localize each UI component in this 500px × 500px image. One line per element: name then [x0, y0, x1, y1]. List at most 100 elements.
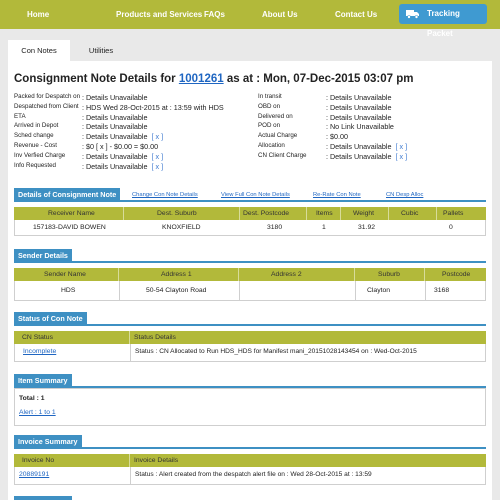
- detail-right-row: In transit: Details Unavailable: [258, 93, 488, 103]
- detail-left-row: Info Requested : Details Unavailable [ x …: [14, 162, 244, 172]
- invoice-number-link[interactable]: 20889191: [19, 471, 49, 478]
- detail-left-value: : Details Unavailable: [82, 122, 148, 132]
- col-dest-suburb: Dest. Suburb: [157, 210, 197, 217]
- col-suburb: Suburb: [378, 271, 400, 278]
- detail-right-value: : Details Unavailable: [326, 112, 392, 122]
- col-invoice-no: Invoice No: [22, 457, 55, 464]
- cn-desp-alloc-link[interactable]: CN Desp Alloc: [386, 192, 423, 198]
- next-section-title-stub: [14, 496, 72, 500]
- col-items: Items: [316, 210, 333, 217]
- col-sender-name: Sender Name: [44, 271, 86, 278]
- detail-right-row: CN Client Charge : Details Unavailable [ …: [258, 152, 488, 162]
- cell-address-1: 50-54 Clayton Road: [146, 287, 207, 294]
- detail-left-row: Revenue - Cost : $0 [ x ] - $0.00 = $0.00: [14, 142, 244, 152]
- invoice-section-line: [14, 447, 486, 449]
- title-prefix: Consignment Note Details for: [14, 73, 176, 85]
- cell-pallets: 0: [449, 224, 453, 231]
- detail-right-value: : Details Unavailable: [326, 102, 392, 112]
- cell-weight: 31.92: [358, 224, 376, 231]
- consignment-section-line: [14, 200, 486, 202]
- col-pallets: Pallets: [443, 210, 464, 217]
- item-total: Total : 1: [19, 395, 45, 402]
- detail-right-row: Allocation : Details Unavailable [ x ]: [258, 142, 488, 152]
- detail-left-label: Revenue - Cost: [14, 142, 57, 149]
- detail-left-value: : Details Unavailable [ x ]: [82, 151, 164, 161]
- detail-left-row: ETA : Details Unavailable: [14, 113, 244, 123]
- change-con-note-link[interactable]: Change Con Note Details: [132, 192, 198, 198]
- nav-faqs[interactable]: FAQs: [204, 0, 225, 29]
- detail-left-value: : Details Unavailable [ x ]: [82, 132, 164, 142]
- detail-right-edit-link[interactable]: [ x ]: [396, 152, 408, 161]
- cell-receiver-name: 157183-DAVID BOWEN: [33, 224, 106, 231]
- col-address-1: Address 1: [161, 271, 192, 278]
- item-alert-link[interactable]: Alert : 1 to 1: [19, 409, 56, 416]
- col-invoice-details: Invoice Details: [134, 457, 179, 464]
- detail-right-label: In transit: [258, 93, 282, 100]
- detail-left-label: Despatched from Client: [14, 102, 79, 110]
- nav-contact-us[interactable]: Contact Us: [335, 0, 377, 29]
- cell-items: 1: [322, 224, 326, 231]
- consignment-table-header: Receiver Name Dest. Suburb Dest. Postcod…: [14, 207, 486, 220]
- detail-right-label: Actual Charge: [258, 132, 298, 140]
- detail-left-label: Packed for Despatch on: [14, 93, 81, 100]
- detail-right-value: : Details Unavailable [ x ]: [326, 151, 408, 161]
- detail-left-row: Inv Verfied Charge : Details Unavailable …: [14, 152, 244, 162]
- detail-right-label: OBD on: [258, 102, 281, 110]
- sender-section-line: [14, 261, 486, 263]
- view-full-con-note-link[interactable]: View Full Con Note Details: [221, 192, 290, 198]
- col-cubic: Cubic: [401, 210, 419, 217]
- tab-utilities[interactable]: Utilities: [72, 40, 130, 61]
- detail-left-value: : Details Unavailable [ x ]: [82, 161, 164, 171]
- item-summary-box: Total : 1 Alert : 1 to 1: [14, 388, 486, 426]
- col-receiver-name: Receiver Name: [48, 210, 95, 217]
- tab-con-notes[interactable]: Con Notes: [8, 40, 70, 61]
- re-rate-con-note-link[interactable]: Re-Rate Con Note: [313, 192, 361, 198]
- detail-left-edit-link[interactable]: [ x ]: [152, 152, 164, 161]
- detail-right-label: Allocation: [258, 142, 285, 149]
- cn-status-incomplete-link[interactable]: Incomplete: [23, 348, 56, 355]
- detail-left-row: Packed for Despatch on: Details Unavaila…: [14, 93, 244, 103]
- detail-left-edit-link[interactable]: [ x ]: [152, 162, 164, 171]
- col-status-details: Status Details: [134, 334, 176, 341]
- nav-products-services[interactable]: Products and Services: [116, 0, 202, 29]
- detail-right-value: : Details Unavailable [ x ]: [326, 142, 408, 151]
- detail-left-value: : HDS Wed 28-Oct-2015 at : 13:59 with HD…: [82, 102, 224, 112]
- detail-left-edit-link[interactable]: [ x ]: [152, 132, 164, 141]
- top-nav: Home Products and Services FAQs About Us…: [0, 0, 500, 38]
- truck-icon: [406, 10, 419, 19]
- tracking-packet-button[interactable]: Tracking Packet: [399, 4, 487, 38]
- consignment-table-row: 157183-DAVID BOWEN KNOXFIELD 3180 1 31.9…: [14, 220, 486, 236]
- detail-left-label: Info Requested: [14, 161, 56, 169]
- detail-left-label: Inv Verfied Charge: [14, 151, 66, 159]
- nav-home[interactable]: Home: [27, 0, 49, 29]
- page-title: Consignment Note Details for 1001261 as …: [14, 73, 413, 85]
- detail-right-label: CN Client Charge: [258, 151, 307, 159]
- con-note-number-link[interactable]: 1001261: [179, 73, 224, 85]
- detail-left-label: ETA: [14, 112, 26, 120]
- detail-left-value: : Details Unavailable: [82, 112, 148, 122]
- title-suffix: as at : Mon, 07-Dec-2015 03:07 pm: [226, 73, 414, 85]
- detail-left-row: Arrived in Depot: Details Unavailable: [14, 122, 244, 132]
- tracking-packet-label: Tracking Packet: [427, 9, 460, 38]
- cell-sender-name: HDS: [61, 287, 76, 294]
- detail-left-row: Sched change: Details Unavailable [ x ]: [14, 132, 244, 142]
- col-cn-status: CN Status: [22, 334, 53, 341]
- col-postcode: Postcode: [442, 271, 471, 278]
- invoice-table-header: Invoice No Invoice Details: [14, 454, 486, 467]
- detail-left-row: Despatched from Client: HDS Wed 28-Oct-2…: [14, 103, 244, 113]
- cell-dest-suburb: KNOXFIELD: [162, 224, 201, 231]
- cell-dest-postcode: 3180: [267, 224, 283, 231]
- detail-left-value: : $0 [ x ] - $0.00 = $0.00: [82, 142, 159, 151]
- cell-status-details: Status : CN Allocated to Run HDS_HDS for…: [135, 348, 417, 355]
- col-dest-postcode: Dest. Postcode: [243, 210, 290, 217]
- cell-postcode: 3168: [434, 287, 450, 294]
- detail-right-edit-link[interactable]: [ x ]: [396, 142, 408, 151]
- detail-right-row: OBD on : Details Unavailable: [258, 103, 488, 113]
- nav-about-us[interactable]: About Us: [262, 0, 298, 29]
- detail-right-label: Delivered on: [258, 112, 293, 120]
- detail-right-row: Actual Charge : $0.00: [258, 132, 488, 142]
- sender-table-row: HDS 50-54 Clayton Road Clayton 3168: [14, 281, 486, 301]
- cell-suburb: Clayton: [367, 287, 391, 294]
- detail-right-value: : $0.00: [326, 132, 348, 142]
- status-table-header: CN Status Status Details: [14, 331, 486, 344]
